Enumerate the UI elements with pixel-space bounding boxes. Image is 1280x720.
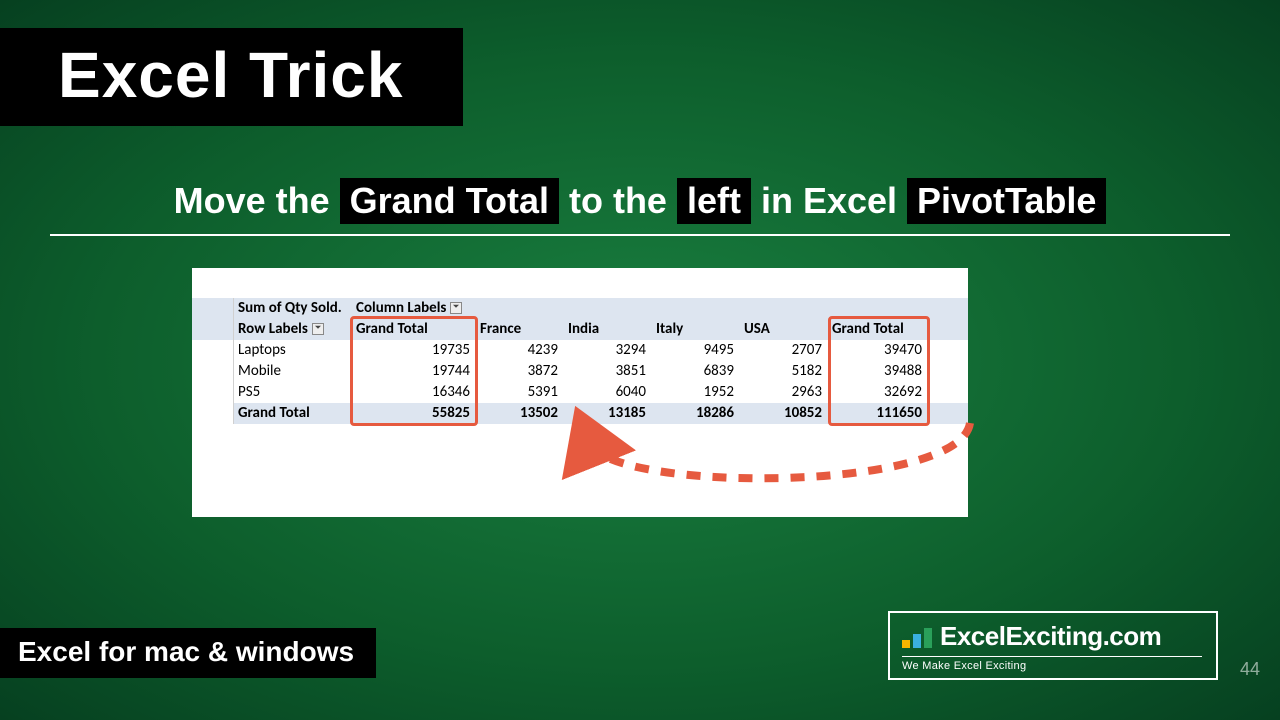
table-row: Mobile 19744 3872 3851 6839 5182 39488 [192, 361, 968, 382]
subtitle-part: in Excel [751, 180, 907, 221]
col-header: Grand Total [352, 319, 476, 340]
table-row: Laptops 19735 4239 3294 9495 2707 39470 [192, 340, 968, 361]
brand-name: ExcelExciting.com [940, 621, 1161, 652]
pivot-column-labels: Column Labels [352, 298, 476, 319]
pivot-table: Sum of Qty Sold. Column Labels Row Label… [192, 268, 968, 517]
subtitle-highlight-left: left [677, 178, 751, 224]
subtitle-highlight-pivottable: PivotTable [907, 178, 1106, 224]
divider [50, 234, 1230, 236]
platform-label: Excel for mac & windows [0, 628, 376, 678]
subtitle-part: to the [559, 180, 677, 221]
page-number: 44 [1240, 659, 1260, 680]
grand-total-row: Grand Total 55825 13502 13185 18286 1085… [192, 403, 968, 424]
table-row: PS5 16346 5391 6040 1952 2963 32692 [192, 382, 968, 403]
col-header: India [564, 319, 652, 340]
col-header: France [476, 319, 564, 340]
col-header: USA [740, 319, 828, 340]
subtitle-part: Move the [174, 180, 340, 221]
col-header: Grand Total [828, 319, 928, 340]
pivot-sum-label: Sum of Qty Sold. [234, 298, 352, 319]
subtitle: Move the Grand Total to the left in Exce… [0, 178, 1280, 224]
brand-logo-icon [902, 626, 932, 648]
dropdown-icon[interactable] [450, 302, 462, 314]
brand-box: ExcelExciting.com We Make Excel Exciting [888, 611, 1218, 680]
col-header: Italy [652, 319, 740, 340]
main-title: Excel Trick [0, 28, 463, 126]
dropdown-icon[interactable] [312, 323, 324, 335]
subtitle-highlight-grand-total: Grand Total [340, 178, 559, 224]
pivot-row-labels: Row Labels [234, 319, 352, 340]
brand-tagline: We Make Excel Exciting [902, 656, 1202, 672]
